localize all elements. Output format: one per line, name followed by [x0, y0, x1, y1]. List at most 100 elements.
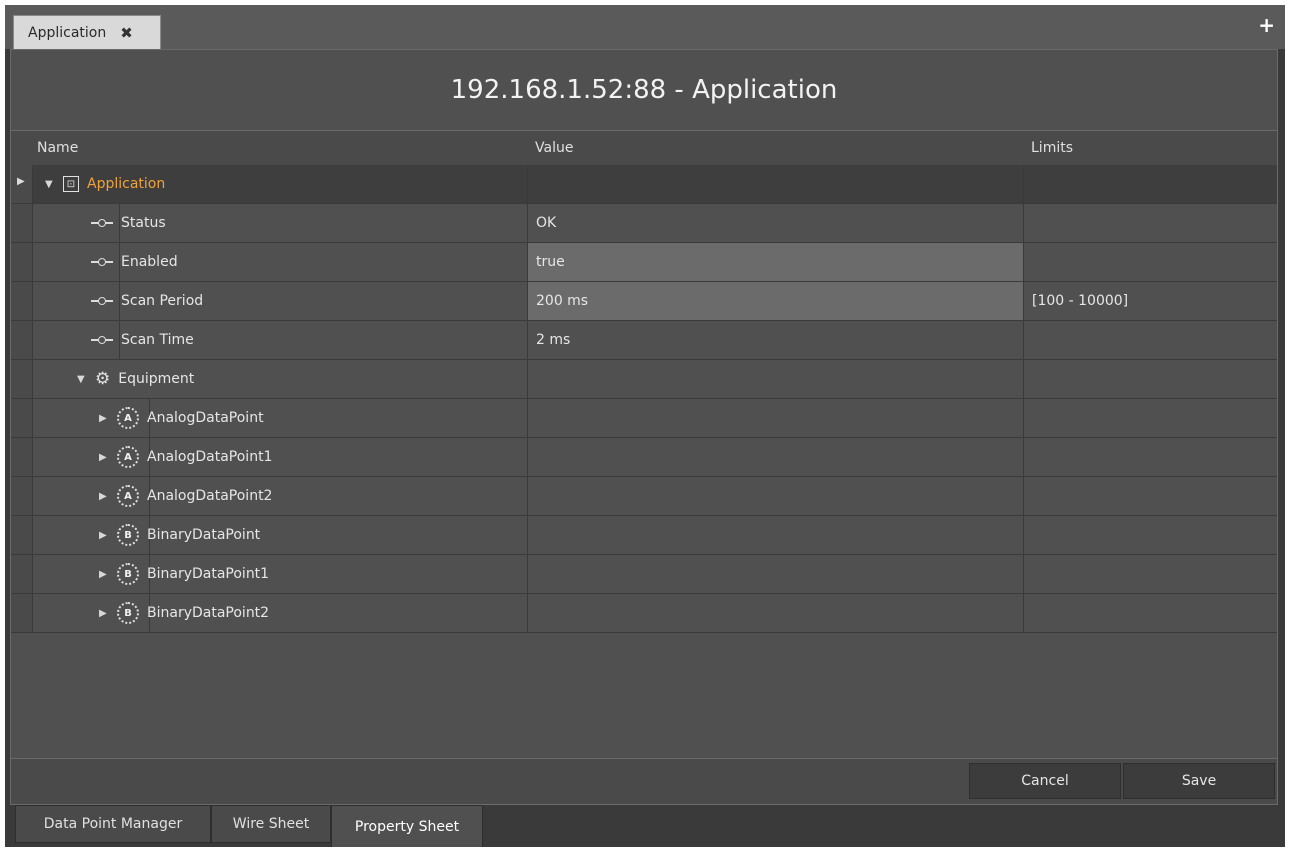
row-value [527, 477, 1023, 515]
table-row-scan-period[interactable]: Scan Period 200 ms [100 - 10000] [11, 282, 1277, 321]
table-row-binary-data-point-2[interactable]: ▶ B BinaryDataPoint2 [11, 594, 1277, 633]
row-pointer-icon: ▶ [17, 176, 25, 187]
table-row-analog-data-point-2[interactable]: ▶ A AnalogDataPoint2 [11, 477, 1277, 516]
row-limits [1023, 321, 1277, 359]
expand-icon[interactable]: ▶ [99, 530, 109, 541]
expand-icon[interactable]: ▶ [99, 452, 109, 463]
row-header[interactable] [11, 243, 33, 281]
analog-data-point-icon: A [117, 485, 139, 507]
row-value: OK [527, 204, 1023, 242]
row-value [527, 165, 1023, 203]
row-limits: [100 - 10000] [1023, 282, 1277, 320]
table-row-analog-data-point-1[interactable]: ▶ A AnalogDataPoint1 [11, 438, 1277, 477]
close-icon[interactable]: ✖ [120, 24, 133, 42]
row-header[interactable]: ▶ [11, 165, 33, 203]
row-value [527, 594, 1023, 632]
row-header[interactable] [11, 555, 33, 593]
document-tab-bar: Application ✖ + [5, 5, 1285, 49]
button-bar: Cancel Save [10, 759, 1278, 805]
row-limits [1023, 516, 1277, 554]
column-header-limits[interactable]: Limits [1031, 131, 1073, 165]
tab-wire-sheet[interactable]: Wire Sheet [211, 805, 331, 843]
expand-icon[interactable]: ▶ [99, 491, 109, 502]
row-value [527, 438, 1023, 476]
expand-icon[interactable]: ▶ [99, 569, 109, 580]
row-value [527, 555, 1023, 593]
table-row-equipment[interactable]: ▼ ⚙ Equipment [11, 360, 1277, 399]
table-row-binary-data-point[interactable]: ▶ B BinaryDataPoint [11, 516, 1277, 555]
binary-data-point-icon: B [117, 602, 139, 624]
property-icon [91, 219, 113, 227]
row-value [527, 399, 1023, 437]
property-sheet-panel: 192.168.1.52:88 - Application Name Value… [10, 49, 1278, 759]
document-tab-label: Application [28, 24, 107, 41]
expand-icon[interactable]: ▶ [99, 413, 109, 424]
binary-data-point-icon: B [117, 563, 139, 585]
expand-icon[interactable]: ▶ [99, 608, 109, 619]
row-name: Application [87, 176, 166, 192]
row-header[interactable] [11, 282, 33, 320]
table-header: Name Value Limits [11, 131, 1277, 166]
gear-icon: ⚙ [95, 369, 111, 389]
row-header[interactable] [11, 438, 33, 476]
row-limits [1023, 555, 1277, 593]
row-name: Scan Time [121, 332, 194, 348]
row-limits [1023, 165, 1277, 203]
row-name: AnalogDataPoint [147, 410, 264, 426]
property-icon [91, 258, 113, 266]
row-name: BinaryDataPoint1 [147, 566, 270, 582]
binary-data-point-icon: B [117, 524, 139, 546]
row-limits [1023, 399, 1277, 437]
row-limits [1023, 477, 1277, 515]
property-icon [91, 336, 113, 344]
table-row-binary-data-point-1[interactable]: ▶ B BinaryDataPoint1 [11, 555, 1277, 594]
row-header[interactable] [11, 204, 33, 242]
property-table: ▶ ▼ ⊡ Application Status OK Enabled true… [11, 165, 1277, 633]
row-name: Enabled [121, 254, 178, 270]
table-row-application[interactable]: ▶ ▼ ⊡ Application [11, 165, 1277, 204]
row-value [527, 516, 1023, 554]
bottom-tab-bar: Data Point Manager Wire Sheet Property S… [10, 805, 1278, 847]
column-header-value[interactable]: Value [535, 131, 573, 165]
table-row-enabled[interactable]: Enabled true [11, 243, 1277, 282]
collapse-icon[interactable]: ▼ [77, 374, 87, 385]
row-value: 2 ms [527, 321, 1023, 359]
row-limits [1023, 243, 1277, 281]
row-name: AnalogDataPoint2 [147, 488, 273, 504]
application-icon: ⊡ [63, 176, 79, 192]
tab-property-sheet[interactable]: Property Sheet [331, 805, 483, 847]
row-name: BinaryDataPoint2 [147, 605, 270, 621]
save-button[interactable]: Save [1123, 763, 1275, 799]
row-limits [1023, 360, 1277, 398]
row-header[interactable] [11, 477, 33, 515]
row-name: Scan Period [121, 293, 204, 309]
row-value [527, 360, 1023, 398]
document-tab-application[interactable]: Application ✖ [13, 15, 161, 49]
column-header-name[interactable]: Name [37, 131, 78, 165]
row-header[interactable] [11, 594, 33, 632]
row-header[interactable] [11, 360, 33, 398]
table-row-status[interactable]: Status OK [11, 204, 1277, 243]
enabled-value-field[interactable]: true [527, 243, 1023, 281]
add-tab-icon[interactable]: + [1258, 15, 1275, 35]
collapse-icon[interactable]: ▼ [45, 179, 55, 190]
row-limits [1023, 594, 1277, 632]
cancel-button[interactable]: Cancel [969, 763, 1121, 799]
row-name: AnalogDataPoint1 [147, 449, 273, 465]
table-row-scan-time[interactable]: Scan Time 2 ms [11, 321, 1277, 360]
table-row-analog-data-point[interactable]: ▶ A AnalogDataPoint [11, 399, 1277, 438]
application-window: Application ✖ + 192.168.1.52:88 - Applic… [5, 5, 1285, 847]
row-header[interactable] [11, 399, 33, 437]
property-icon [91, 297, 113, 305]
row-limits [1023, 204, 1277, 242]
panel-title: 192.168.1.52:88 - Application [11, 50, 1277, 131]
scan-period-value-field[interactable]: 200 ms [527, 282, 1023, 320]
row-header[interactable] [11, 321, 33, 359]
row-limits [1023, 438, 1277, 476]
row-header[interactable] [11, 516, 33, 554]
tab-data-point-manager[interactable]: Data Point Manager [15, 805, 211, 843]
analog-data-point-icon: A [117, 446, 139, 468]
analog-data-point-icon: A [117, 407, 139, 429]
row-name: Status [121, 215, 166, 231]
row-name: Equipment [118, 371, 195, 387]
